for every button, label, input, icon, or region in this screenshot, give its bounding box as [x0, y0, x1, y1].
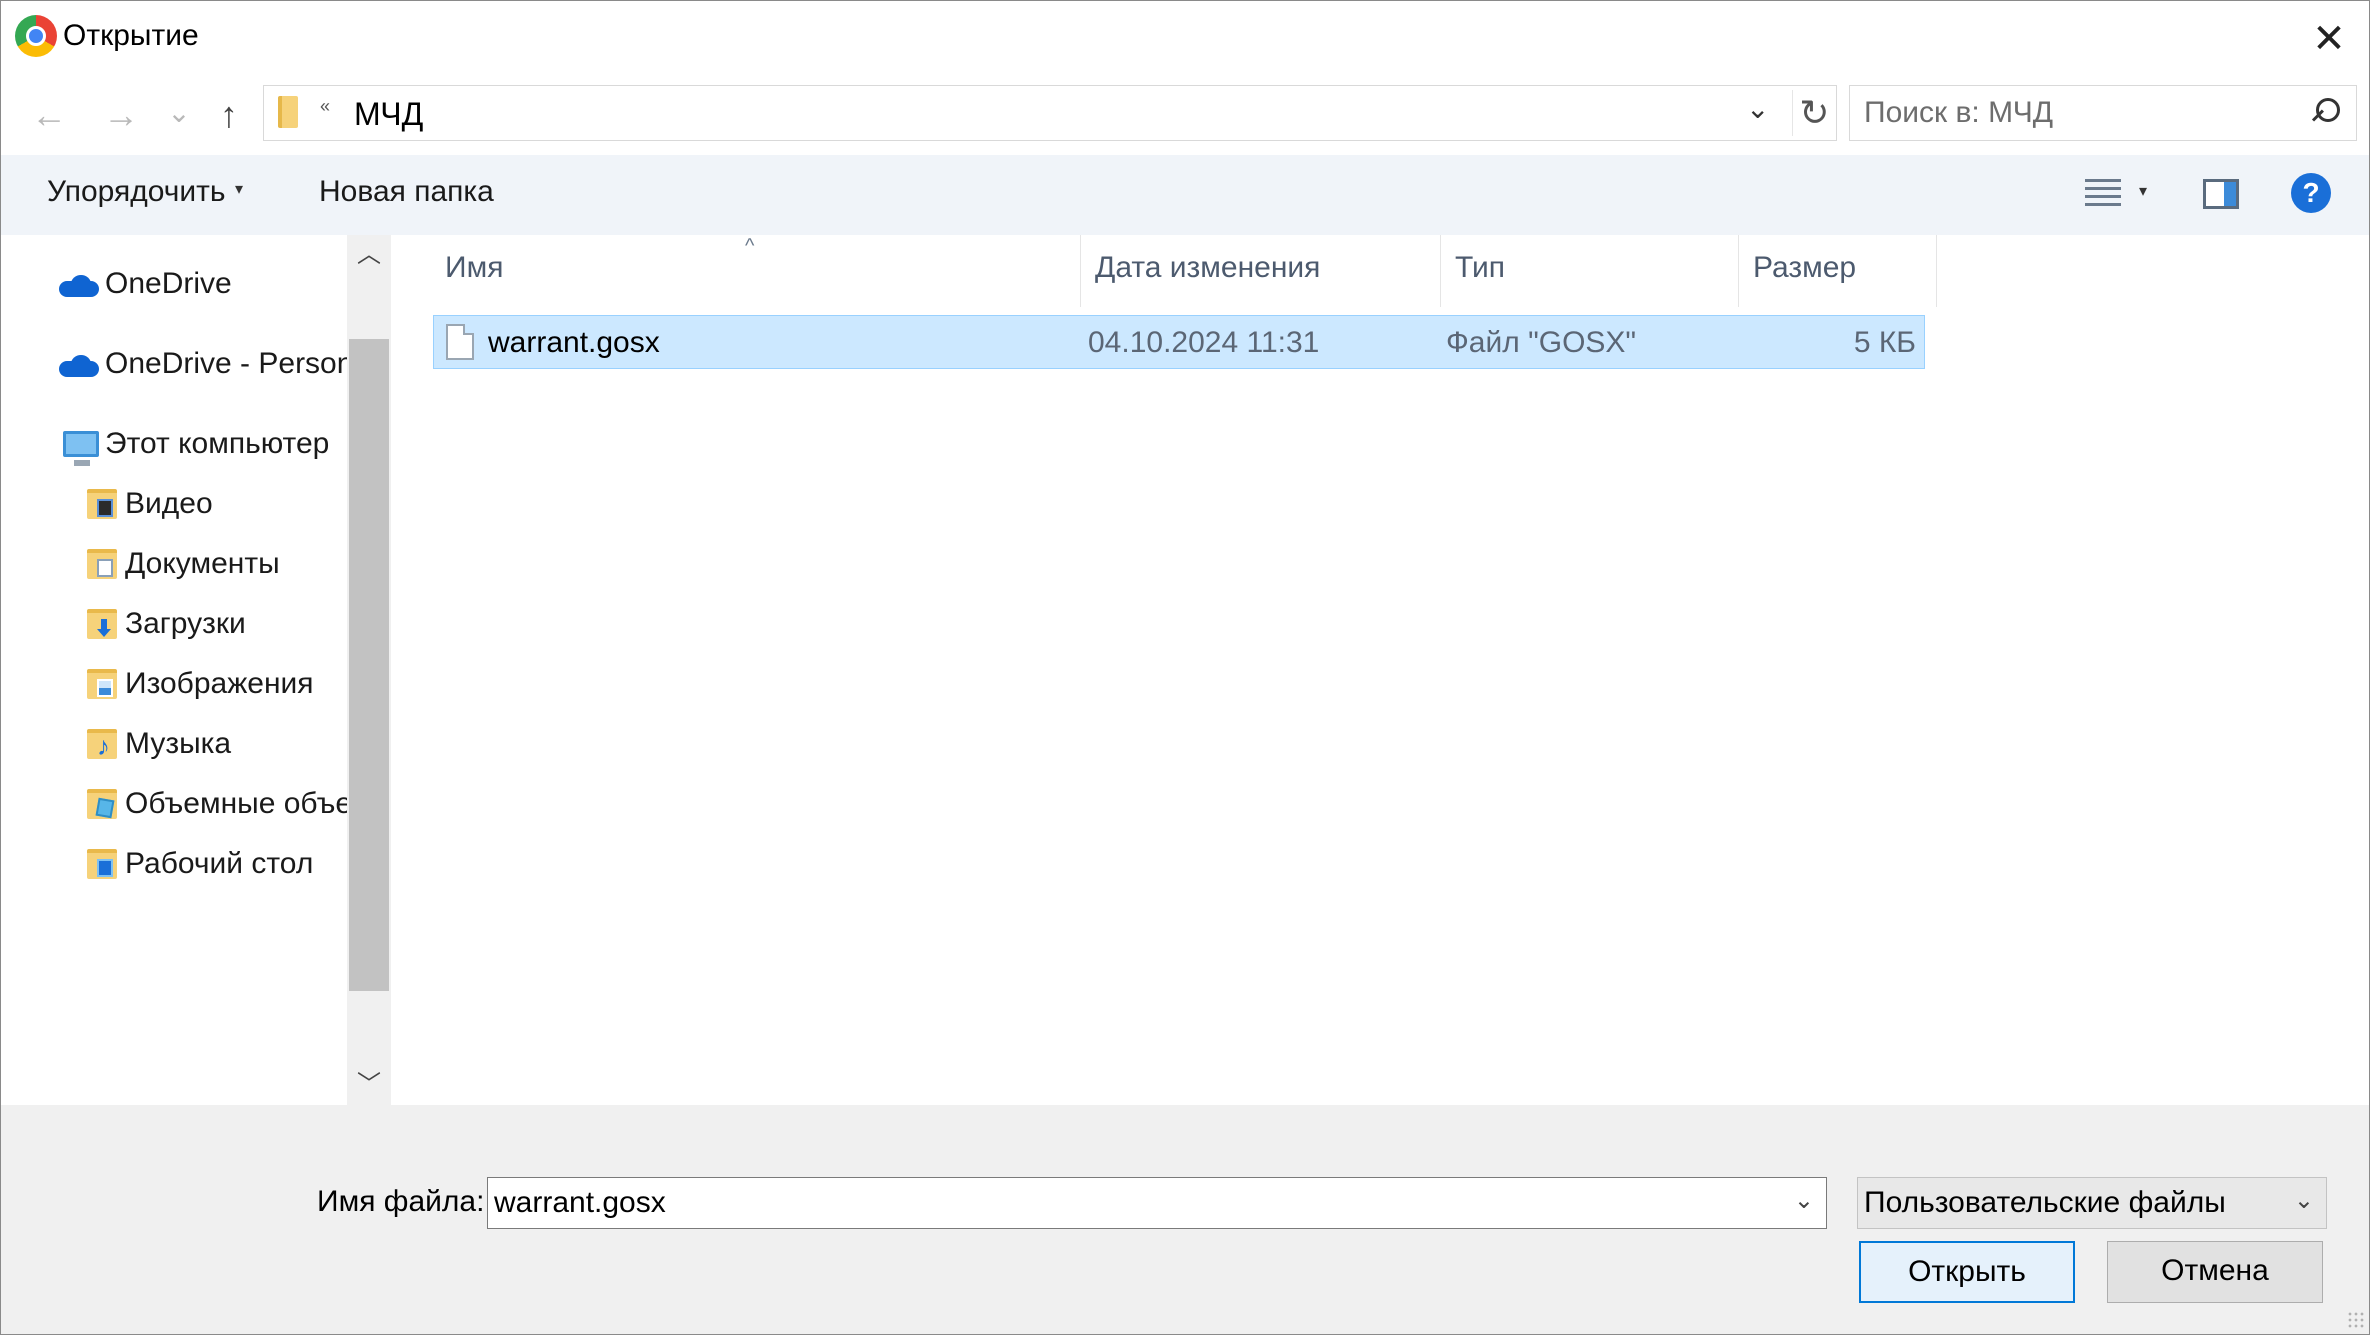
forward-button[interactable]: →	[95, 89, 147, 141]
sidebar-item-music[interactable]: Музыка	[1, 719, 347, 769]
view-options-icon[interactable]	[2085, 177, 2121, 209]
documents-folder-icon	[87, 549, 117, 579]
up-button[interactable]: ↑	[203, 89, 255, 141]
recent-locations-button[interactable]: ⌄	[153, 87, 205, 139]
column-label: Размер	[1753, 251, 1857, 284]
column-header-date[interactable]: Дата изменения	[1081, 235, 1441, 307]
dialog-footer: Имя файла: warrant.gosx ⌄ Пользовательск…	[1, 1105, 2369, 1334]
preview-pane-icon[interactable]	[2203, 179, 2239, 209]
address-bar[interactable]: « МЧД ⌄ ↻	[263, 85, 1837, 141]
search-input[interactable]: Поиск в: МЧД	[1849, 85, 2357, 141]
filetype-select[interactable]: Пользовательские файлы ⌄	[1857, 1177, 2327, 1229]
breadcrumb-overflow-icon[interactable]: «	[320, 96, 330, 117]
sidebar-item-this-pc[interactable]: Этот компьютер	[1, 419, 347, 469]
sidebar-item-label: Изображения	[125, 667, 314, 700]
refresh-button[interactable]: ↻	[1792, 90, 1836, 136]
column-header-type[interactable]: Тип	[1441, 235, 1739, 307]
sidebar-item-documents[interactable]: Документы	[1, 539, 347, 589]
breadcrumb-current[interactable]: МЧД	[354, 96, 423, 133]
back-button[interactable]: ←	[23, 89, 75, 141]
table-row[interactable]: warrant.gosx 04.10.2024 11:31 Файл "GOSX…	[433, 315, 1925, 369]
window-title: Открытие	[63, 19, 199, 52]
computer-icon	[63, 431, 99, 466]
view-options-caret-icon[interactable]: ▾	[2139, 181, 2147, 201]
sidebar-item-label: Документы	[125, 547, 280, 580]
filename-value: warrant.gosx	[494, 1186, 666, 1219]
scroll-up-icon[interactable]: ︿	[347, 235, 391, 275]
resize-grip[interactable]	[2347, 1311, 2365, 1329]
file-icon	[446, 324, 474, 360]
cloud-icon	[59, 275, 99, 297]
command-toolbar: Упорядочить ▾ Новая папка ▾ ?	[1, 155, 2369, 235]
filename-label: Имя файла:	[317, 1185, 485, 1218]
3d-objects-folder-icon	[87, 789, 117, 819]
search-icon[interactable]	[2308, 94, 2344, 130]
file-list: ^ Имя Дата изменения Тип Размер warrant.…	[393, 235, 2369, 1105]
sidebar-item-3d-objects[interactable]: Объемные объе	[1, 779, 347, 829]
desktop-folder-icon	[87, 849, 117, 879]
folder-icon	[278, 96, 298, 128]
column-label: Имя	[445, 251, 504, 284]
file-type: Файл "GOSX"	[1446, 326, 1637, 359]
sidebar-item-label: Рабочий стол	[125, 847, 314, 880]
help-icon[interactable]: ?	[2291, 173, 2331, 213]
sidebar-item-label: Объемные объе	[125, 787, 347, 820]
column-header-size[interactable]: Размер	[1739, 235, 1937, 307]
file-size: 5 КБ	[1853, 326, 1916, 359]
close-button[interactable]: ✕	[2291, 9, 2367, 69]
downloads-folder-icon	[87, 609, 117, 639]
sidebar-item-label: OneDrive - Person	[105, 347, 347, 380]
sidebar-item-pictures[interactable]: Изображения	[1, 659, 347, 709]
navigation-pane: OneDrive OneDrive - Person Этот компьюте…	[1, 235, 393, 1105]
search-placeholder: Поиск в: МЧД	[1864, 96, 2054, 129]
filename-input[interactable]: warrant.gosx ⌄	[487, 1177, 1827, 1229]
cancel-button[interactable]: Отмена	[2107, 1241, 2323, 1303]
pictures-folder-icon	[87, 669, 117, 699]
sidebar-item-label: Видео	[125, 487, 213, 520]
sidebar-scrollbar[interactable]: ︿ ﹀	[347, 235, 391, 1105]
cloud-icon	[59, 355, 99, 377]
sidebar-item-video[interactable]: Видео	[1, 479, 347, 529]
column-label: Тип	[1455, 251, 1506, 284]
filetype-dropdown-icon[interactable]: ⌄	[2294, 1186, 2314, 1215]
chrome-icon	[15, 15, 57, 57]
filetype-value: Пользовательские файлы	[1864, 1186, 2226, 1219]
new-folder-button[interactable]: Новая папка	[319, 175, 494, 209]
file-name: warrant.gosx	[488, 326, 660, 359]
sidebar-item-downloads[interactable]: Загрузки	[1, 599, 347, 649]
sidebar-item-onedrive[interactable]: OneDrive	[1, 259, 347, 309]
sidebar-item-onedrive-personal[interactable]: OneDrive - Person	[1, 339, 347, 389]
sidebar-item-label: Музыка	[125, 727, 232, 760]
sidebar-item-label: OneDrive	[105, 267, 232, 300]
open-button[interactable]: Открыть	[1859, 1241, 2075, 1303]
sidebar-item-desktop[interactable]: Рабочий стол	[1, 839, 347, 889]
organize-button[interactable]: Упорядочить	[47, 175, 226, 209]
column-header-name[interactable]: Имя	[393, 235, 1081, 307]
column-label: Дата изменения	[1095, 251, 1321, 284]
filename-dropdown-icon[interactable]: ⌄	[1794, 1186, 1814, 1215]
organize-caret-icon[interactable]: ▾	[235, 179, 243, 199]
scroll-down-icon[interactable]: ﹀	[347, 1065, 391, 1105]
address-dropdown-icon[interactable]: ⌄	[1746, 92, 1769, 125]
file-open-dialog: Открытие ✕ ← → ⌄ ↑ « МЧД ⌄ ↻ Поиск в: МЧ…	[0, 0, 2370, 1335]
sidebar-item-label: Загрузки	[125, 607, 246, 640]
scrollbar-thumb[interactable]	[349, 339, 389, 991]
title-bar: Открытие ✕	[1, 1, 2369, 77]
video-folder-icon	[87, 489, 117, 519]
file-date: 04.10.2024 11:31	[1088, 326, 1320, 359]
music-folder-icon	[87, 729, 117, 762]
sidebar-item-label: Этот компьютер	[105, 427, 330, 460]
